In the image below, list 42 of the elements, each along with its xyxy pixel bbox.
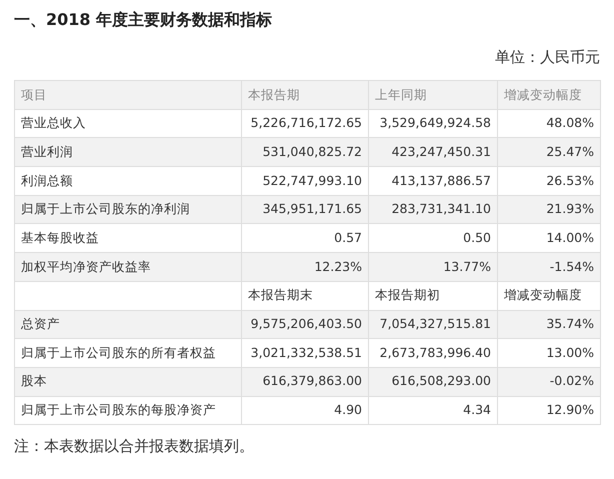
table-cell: 4.34 [368,396,498,425]
table-cell: 21.93% [498,195,600,224]
table-cell: 4.90 [242,396,368,425]
column-header: 项目 [14,80,242,110]
table-cell: 总资产 [14,310,242,339]
table-cell: 7,054,327,515.81 [368,310,498,339]
table-cell: 2,673,783,996.40 [368,338,498,368]
table-cell: -0.02% [498,367,600,396]
table-cell: 35.74% [498,310,600,339]
table-cell: 12.90% [498,396,600,425]
table-cell: -1.54% [498,252,600,282]
table-cell: 423,247,450.31 [368,138,498,167]
table-cell: 26.53% [498,166,600,196]
column-header: 本报告期末 [242,281,368,310]
table-cell: 加权平均净资产收益率 [14,252,242,282]
table-cell: 12.23% [242,252,368,282]
table-cell: 13.77% [368,252,498,282]
column-header: 增减变动幅度 [498,281,600,310]
table-cell: 营业利润 [14,138,242,167]
table-cell: 345,951,171.65 [242,195,368,224]
column-header: 上年同期 [368,80,498,110]
column-header: 本报告期 [242,80,368,110]
table-cell: 股本 [14,367,242,396]
table-note: 注：本表数据以合并报表数据填列。 [14,436,255,458]
table-cell: 利润总额 [14,166,242,196]
table-cell: 522,747,993.10 [242,166,368,196]
table-cell: 616,379,863.00 [242,367,368,396]
table-cell: 13.00% [498,338,600,368]
table-cell: 归属于上市公司股东的每股净资产 [14,396,242,425]
table-cell: 413,137,886.57 [368,166,498,196]
column-header: 本报告期初 [368,281,498,310]
unit-label: 单位：人民币元 [494,47,600,68]
table-cell: 616,508,293.00 [368,367,498,396]
table-cell: 25.47% [498,138,600,167]
table-cell: 归属于上市公司股东的所有者权益 [14,338,242,368]
section-title: 一、2018 年度主要财务数据和指标 [14,9,274,31]
column-header: 增减变动幅度 [498,80,600,110]
table-cell: 283,731,341.10 [368,195,498,224]
table-cell: 9,575,206,403.50 [242,310,368,339]
table-cell: 归属于上市公司股东的净利润 [14,195,242,224]
table-cell: 3,021,332,538.51 [242,338,368,368]
table-cell: 531,040,825.72 [242,138,368,167]
